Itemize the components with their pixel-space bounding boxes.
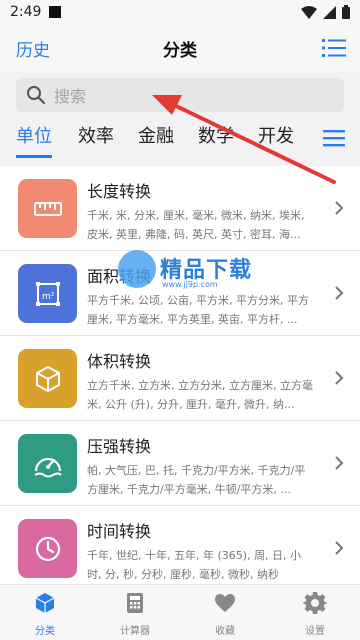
list-item-time[interactable]: 时间转换 千年, 世纪, 十年, 五年, 年 (365), 周, 日, 小时, …: [0, 506, 360, 584]
page-title: 分类: [163, 40, 197, 61]
item-title: 时间转换: [87, 522, 152, 541]
item-desc: 千年, 世纪, 十年, 五年, 年 (365), 周, 日, 小时, 分, 秒,…: [87, 549, 302, 581]
item-desc: 立方千米, 立方米, 立方分米, 立方厘米, 立方毫米, 公升 (升), 分升,…: [87, 379, 313, 411]
chevron-right-icon: [335, 541, 344, 555]
chevron-right-icon: [335, 371, 344, 385]
tab-efficiency[interactable]: 效率: [78, 122, 114, 148]
item-title: 面积转换: [87, 267, 152, 286]
calculator-icon: [127, 593, 143, 613]
item-desc: 平方千米, 公顷, 公亩, 平方米, 平方分米, 平方厘米, 平方毫米, 平方英…: [87, 294, 309, 326]
item-icon-bg: [18, 434, 77, 493]
item-desc: 千米, 米, 分米, 厘米, 毫米, 微米, 纳米, 埃米, 皮米, 英里, 弗…: [87, 209, 305, 241]
area-icon: m²: [35, 281, 60, 306]
tab-units[interactable]: 单位: [16, 122, 52, 148]
battery-icon: [342, 5, 350, 19]
clock-icon: [35, 536, 60, 561]
cube-icon: [35, 365, 60, 392]
nav-label: 计算器: [120, 626, 150, 637]
list-item-length[interactable]: 长度转换 千米, 米, 分米, 厘米, 毫米, 微米, 纳米, 埃米, 皮米, …: [0, 166, 360, 251]
chevron-right-icon: [335, 201, 344, 215]
nav-favorites[interactable]: 收藏: [180, 585, 270, 640]
wifi-icon: [301, 5, 317, 19]
item-desc: 帕, 大气压, 巴, 托, 千克力/平方米, 千克力/平方厘米, 千克力/平方毫…: [87, 464, 306, 496]
heart-icon: [215, 594, 235, 612]
nav-calculator[interactable]: 计算器: [90, 585, 180, 640]
nav-category[interactable]: 分类: [0, 585, 90, 640]
item-icon-bg: [18, 519, 77, 578]
notification-icon: [49, 6, 62, 18]
tab-finance[interactable]: 金融: [138, 122, 174, 148]
status-time: 2:49: [10, 4, 42, 20]
gear-icon: [303, 592, 327, 614]
app-bar: 历史 分类: [0, 24, 360, 72]
item-icon-bg: [18, 349, 77, 408]
list-item-volume[interactable]: 体积转换 立方千米, 立方米, 立方分米, 立方厘米, 立方毫米, 公升 (升)…: [0, 336, 360, 421]
tab-dev[interactable]: 开发: [258, 122, 294, 148]
chevron-right-icon: [335, 456, 344, 470]
status-bar: 2:49: [0, 0, 360, 24]
item-title: 体积转换: [87, 352, 152, 371]
menu-icon[interactable]: [322, 128, 346, 148]
bottom-nav: 分类 计算器 收藏 设置: [0, 584, 360, 640]
nav-label: 设置: [305, 626, 325, 637]
search-input[interactable]: 搜索: [16, 78, 344, 112]
chevron-right-icon: [335, 286, 344, 300]
signal-icon: [323, 5, 336, 19]
ruler-icon: [33, 201, 62, 216]
list-icon[interactable]: [322, 37, 346, 59]
cube-icon: [35, 593, 55, 613]
nav-settings[interactable]: 设置: [270, 585, 360, 640]
search-placeholder: 搜索: [54, 87, 87, 106]
search-icon: [27, 86, 46, 105]
item-icon-bg: m²: [18, 264, 77, 323]
gauge-icon: [33, 457, 62, 477]
list-item-area[interactable]: m² 面积转换 平方千米, 公顷, 公亩, 平方米, 平方分米, 平方厘米, 平…: [0, 251, 360, 336]
tab-indicator: [16, 155, 52, 158]
svg-text:m²: m²: [42, 292, 55, 302]
tab-math[interactable]: 数学: [198, 122, 234, 148]
history-button[interactable]: 历史: [16, 36, 50, 61]
list-item-pressure[interactable]: 压强转换 帕, 大气压, 巴, 托, 千克力/平方米, 千克力/平方厘米, 千克…: [0, 421, 360, 506]
converter-list: 长度转换 千米, 米, 分米, 厘米, 毫米, 微米, 纳米, 埃米, 皮米, …: [0, 166, 360, 584]
item-title: 长度转换: [87, 182, 152, 201]
nav-label: 分类: [35, 626, 55, 637]
nav-label: 收藏: [215, 626, 235, 637]
item-title: 压强转换: [87, 437, 152, 456]
item-icon-bg: [18, 179, 77, 238]
category-tabs: 单位 效率 金融 数学 开发: [0, 116, 360, 160]
